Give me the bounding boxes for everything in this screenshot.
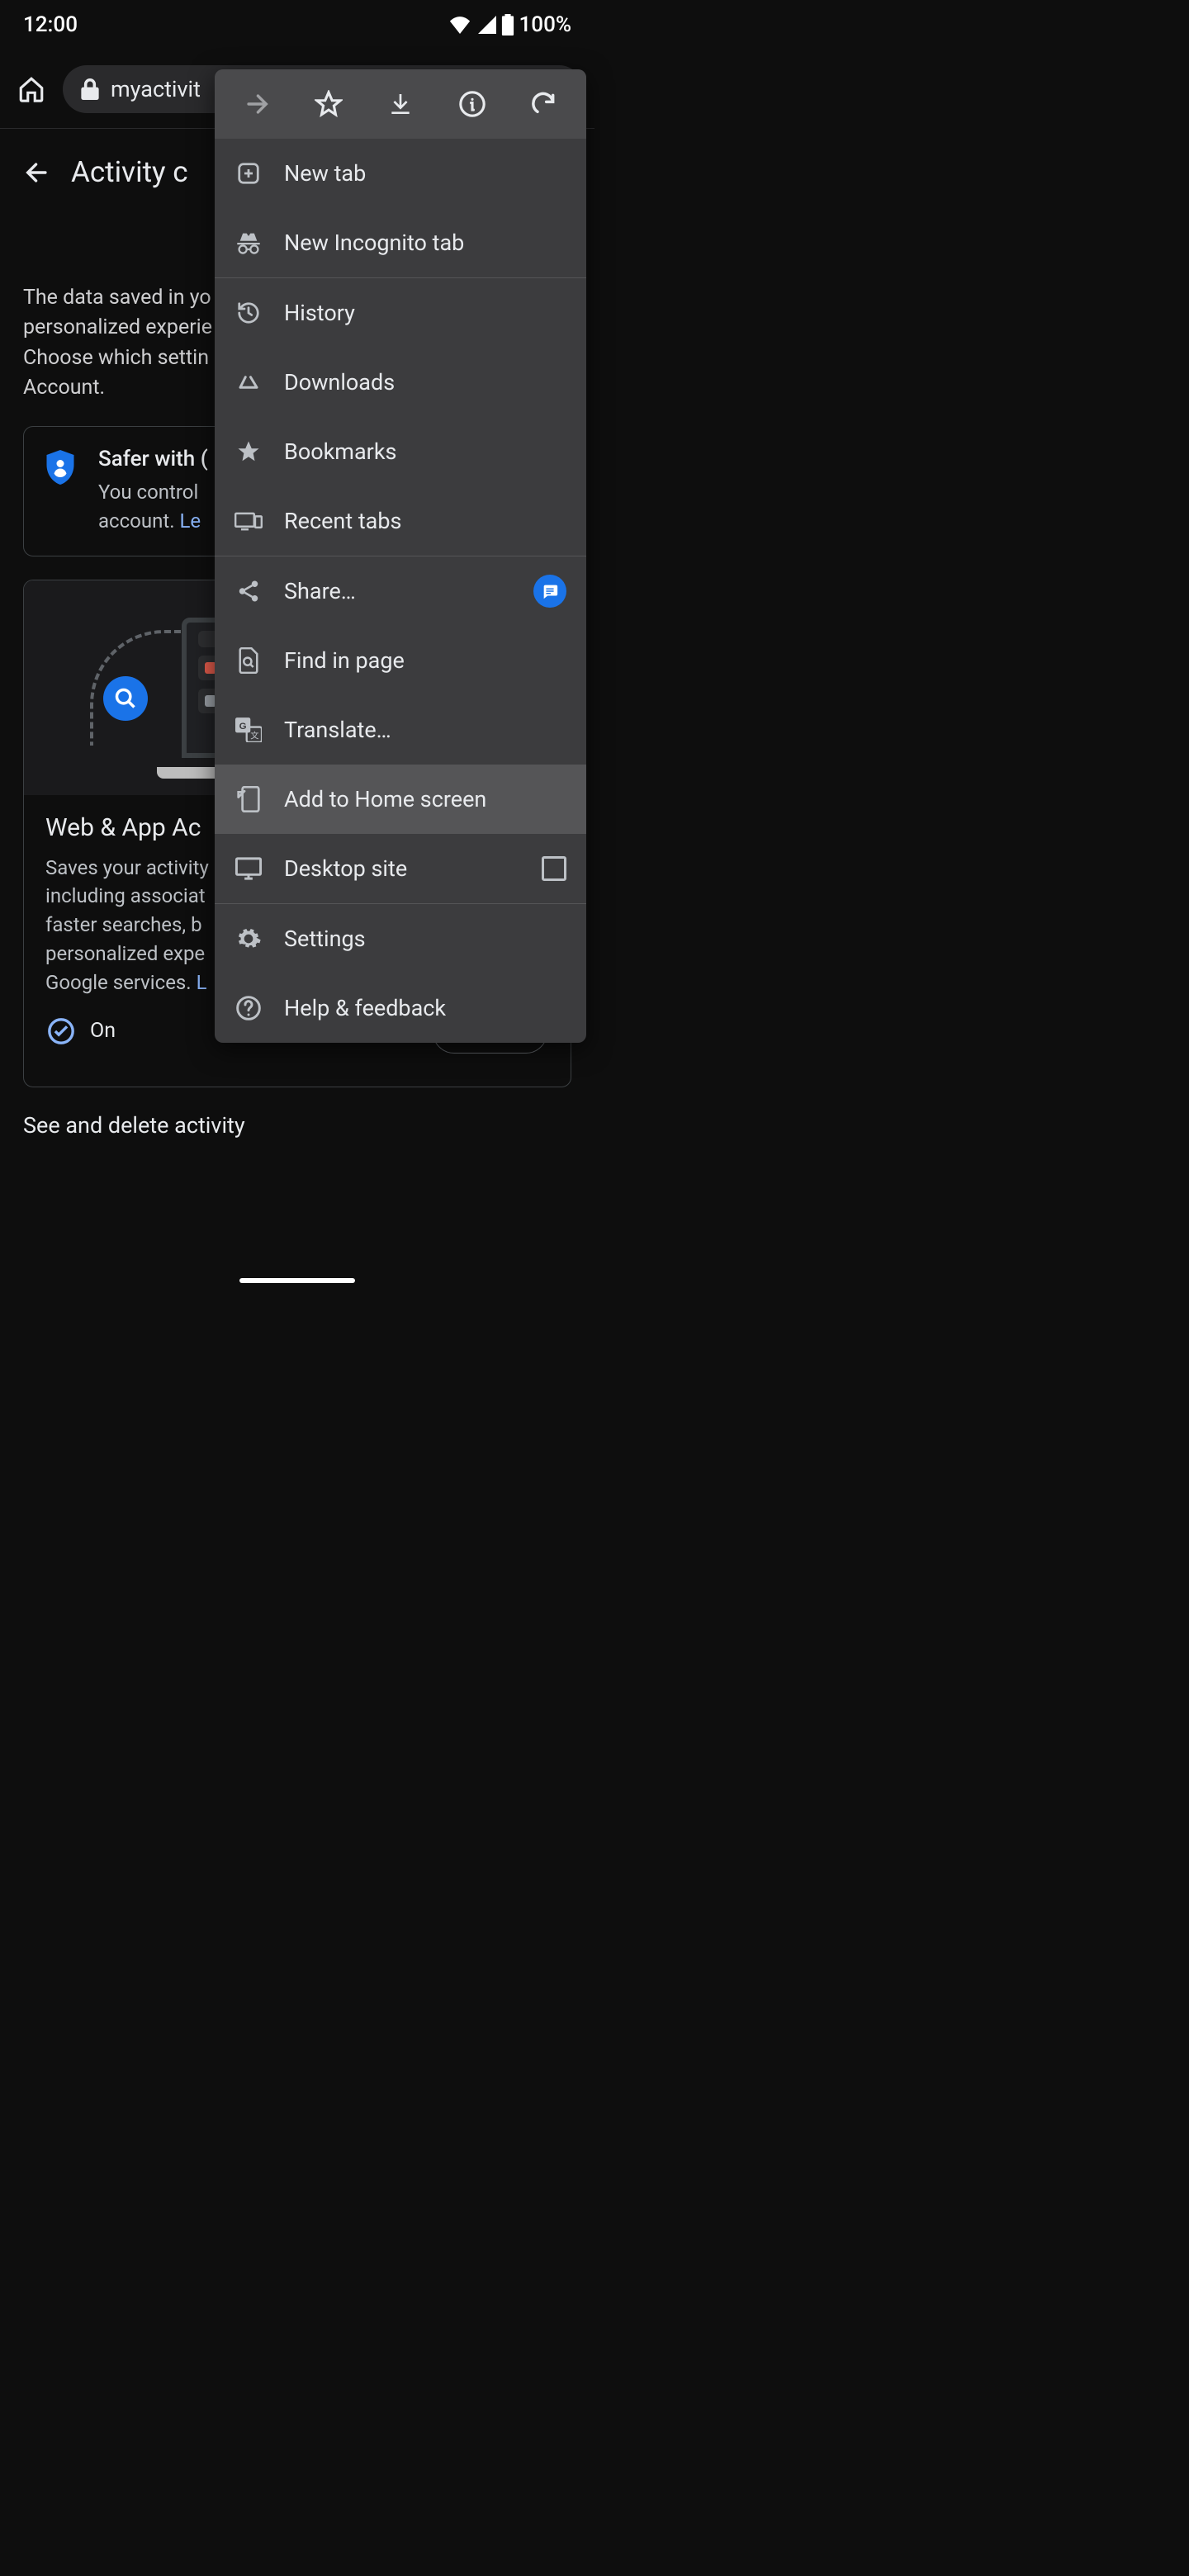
nav-handle[interactable] — [239, 1278, 355, 1283]
toggle-state: On — [90, 1019, 116, 1043]
gear-icon — [235, 926, 262, 952]
refresh-button[interactable] — [521, 81, 567, 127]
forward-icon — [243, 90, 271, 118]
lock-icon — [81, 78, 99, 100]
back-icon[interactable] — [23, 159, 51, 187]
menu-new-tab[interactable]: New tab — [215, 139, 586, 208]
menu-desktop-label: Desktop site — [284, 855, 407, 882]
clock: 12:00 — [23, 12, 78, 37]
shield-icon — [45, 450, 75, 485]
menu-downloads[interactable]: Downloads — [215, 348, 586, 417]
wifi-icon — [448, 16, 471, 34]
battery-percent: 100% — [519, 12, 571, 37]
bookmarks-icon — [236, 439, 261, 464]
incognito-icon — [235, 230, 262, 255]
url-text: myactivit — [111, 76, 201, 102]
menu-translate[interactable]: G文 Translate… — [215, 695, 586, 765]
chrome-menu: New tab New Incognito tab History Downlo… — [215, 69, 586, 1043]
download-icon — [387, 90, 414, 118]
signal-icon — [476, 16, 496, 34]
status-bar: 12:00 100% — [0, 0, 594, 50]
menu-share[interactable]: Share… — [215, 556, 586, 626]
menu-new-tab-label: New tab — [284, 160, 366, 187]
menu-downloads-label: Downloads — [284, 369, 395, 395]
menu-translate-label: Translate… — [284, 717, 391, 743]
download-button[interactable] — [377, 81, 424, 127]
star-button[interactable] — [306, 81, 352, 127]
home-button[interactable] — [12, 69, 51, 109]
menu-incognito[interactable]: New Incognito tab — [215, 208, 586, 277]
translate-icon: G文 — [235, 717, 262, 742]
forward-button[interactable] — [234, 81, 280, 127]
new-tab-icon — [236, 161, 261, 186]
menu-toolbar — [215, 69, 586, 139]
menu-history-label: History — [284, 300, 355, 326]
svg-text:G: G — [239, 722, 247, 732]
menu-share-label: Share… — [284, 578, 356, 604]
menu-bookmarks-label: Bookmarks — [284, 438, 396, 465]
magnify-icon — [103, 676, 148, 721]
share-badge-icon — [533, 575, 566, 608]
battery-icon — [501, 14, 514, 36]
menu-incognito-label: New Incognito tab — [284, 230, 464, 256]
check-circle-icon — [47, 1017, 75, 1045]
menu-recent-label: Recent tabs — [284, 508, 401, 534]
history-icon — [236, 301, 261, 325]
help-icon — [235, 995, 262, 1021]
info-button[interactable] — [449, 81, 495, 127]
menu-add-home-label: Add to Home screen — [284, 786, 486, 812]
menu-settings[interactable]: Settings — [215, 904, 586, 973]
menu-desktop[interactable]: Desktop site — [215, 834, 586, 903]
safer-link[interactable]: Le — [179, 509, 201, 533]
svg-text:文: 文 — [250, 730, 258, 741]
add-home-icon — [236, 786, 261, 812]
downloads-icon — [236, 370, 261, 395]
refresh-icon — [531, 91, 557, 117]
share-icon — [236, 579, 261, 604]
webapp-link[interactable]: L — [197, 971, 207, 994]
menu-find-label: Find in page — [284, 647, 405, 674]
info-icon — [458, 90, 486, 118]
home-icon — [17, 75, 45, 103]
recent-tabs-icon — [234, 510, 263, 532]
status-icons: 100% — [448, 12, 571, 37]
menu-bookmarks[interactable]: Bookmarks — [215, 417, 586, 486]
see-delete-title: See and delete activity — [23, 1112, 571, 1139]
menu-recent[interactable]: Recent tabs — [215, 486, 586, 556]
desktop-checkbox[interactable] — [542, 856, 566, 881]
menu-settings-label: Settings — [284, 926, 366, 952]
page-header-title: Activity c — [71, 155, 188, 189]
menu-help[interactable]: Help & feedback — [215, 973, 586, 1043]
star-icon — [315, 90, 343, 118]
menu-help-label: Help & feedback — [284, 995, 446, 1021]
menu-find[interactable]: Find in page — [215, 626, 586, 695]
safer-title: Safer with ( — [98, 447, 208, 471]
menu-add-home[interactable]: Add to Home screen — [215, 765, 586, 834]
safer-body: You control account. Le — [98, 478, 208, 536]
find-icon — [237, 647, 260, 674]
desktop-icon — [234, 856, 263, 881]
menu-history[interactable]: History — [215, 278, 586, 348]
